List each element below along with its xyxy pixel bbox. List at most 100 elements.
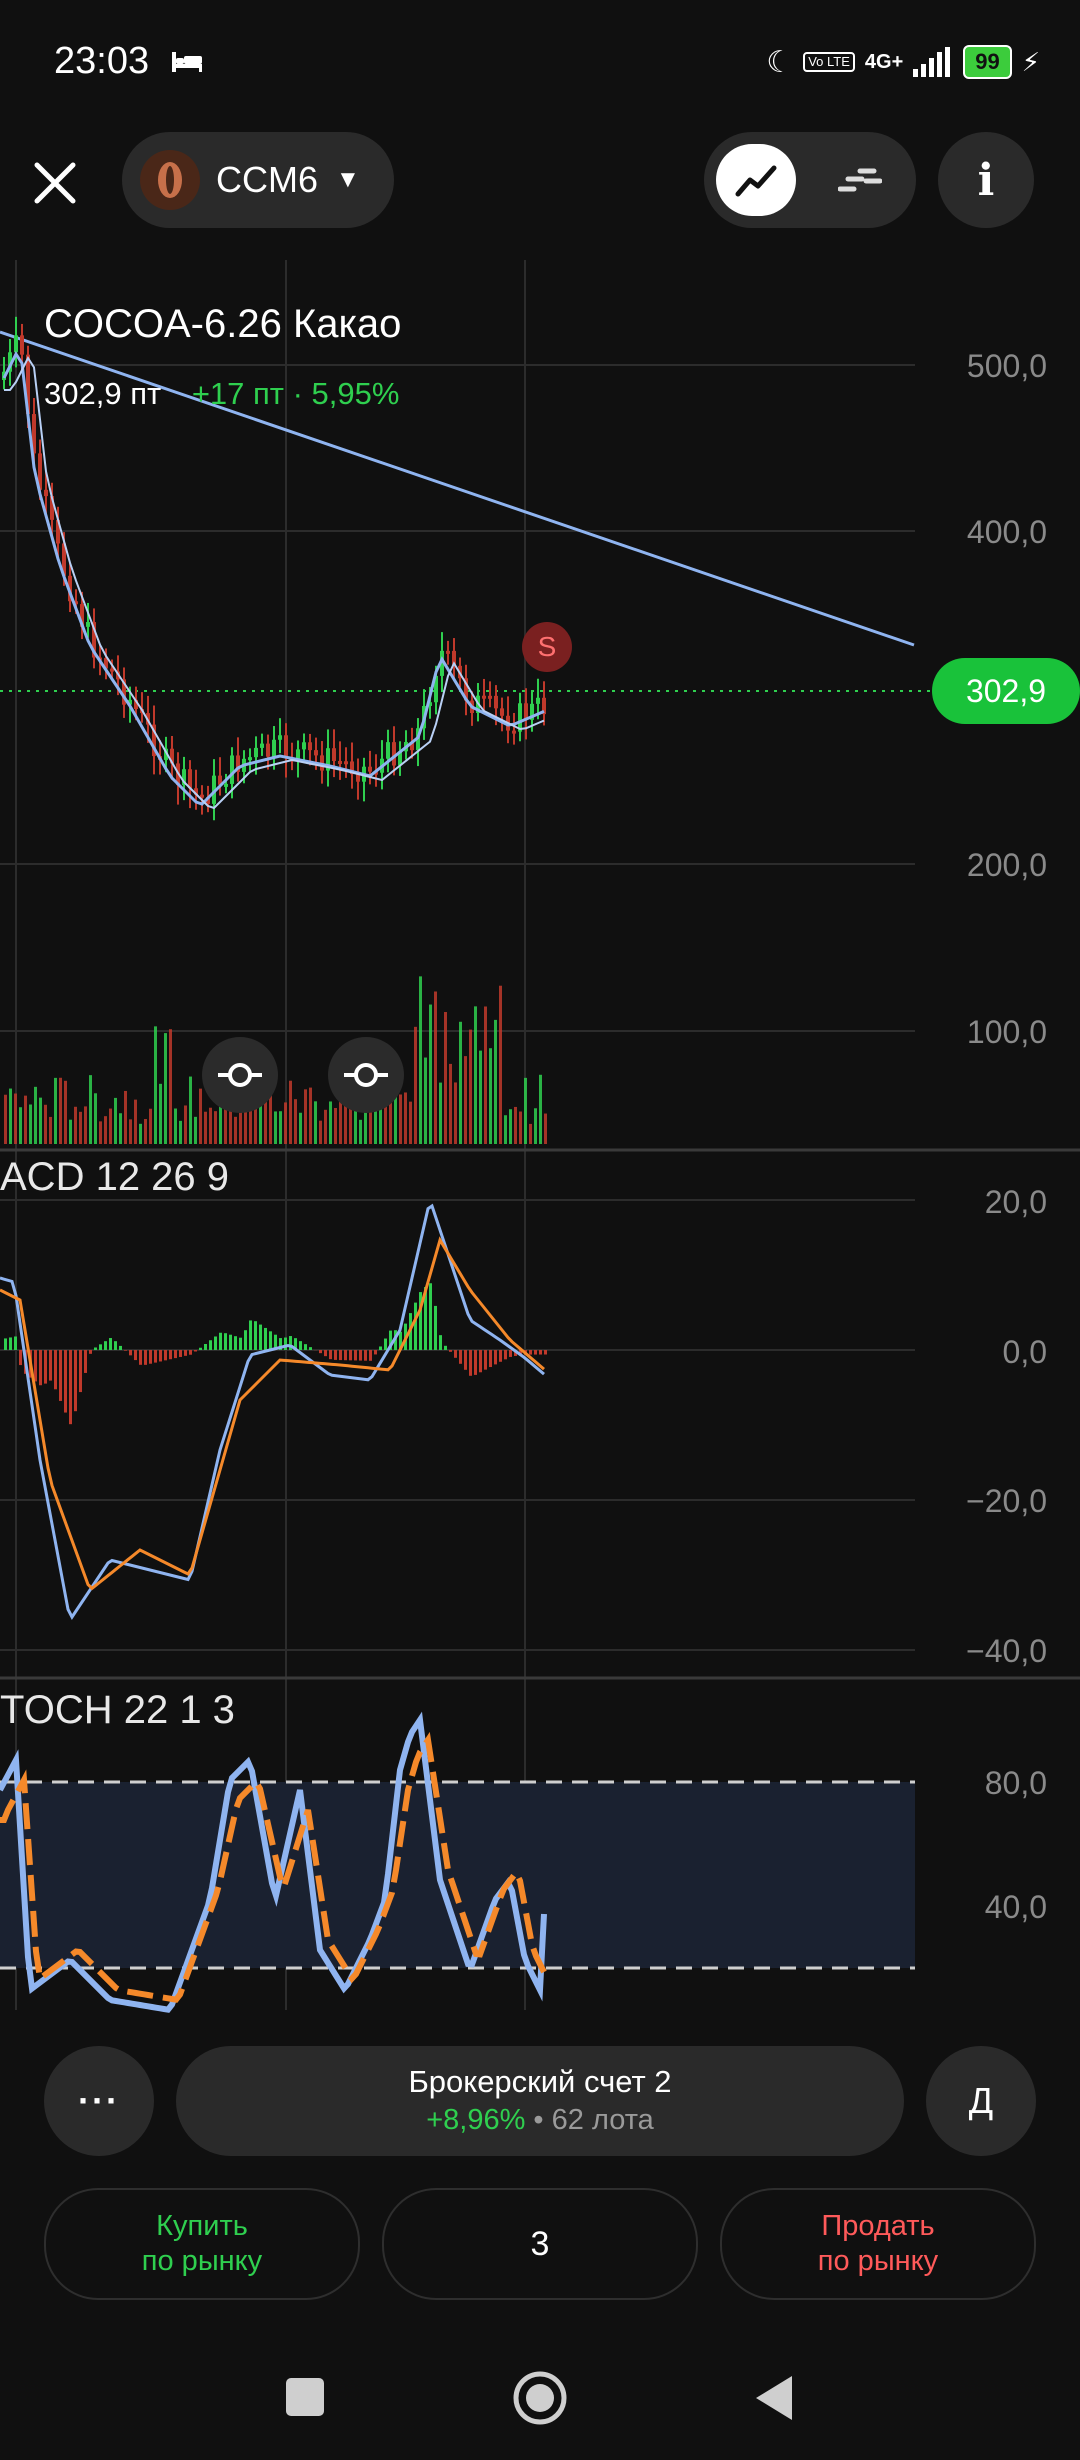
volume-bar: [44, 1104, 47, 1144]
macd-histogram-bar: [459, 1350, 462, 1364]
volume-bar: [404, 1092, 407, 1144]
candle-body: [512, 730, 516, 734]
volume-bar: [169, 1029, 172, 1144]
status-time: 23:03: [54, 40, 150, 82]
macd-histogram-bar: [259, 1324, 262, 1350]
volume-bar: [479, 1050, 482, 1144]
macd-histogram-bar: [84, 1350, 87, 1373]
macd-histogram-bar: [319, 1350, 322, 1354]
volume-bar: [154, 1026, 157, 1144]
stoch-indicator-label[interactable]: TOCH 22 1 3: [0, 1688, 235, 1733]
sell-label-line2: по рынку: [817, 2245, 939, 2277]
candle-body: [266, 743, 270, 757]
volume-bar: [309, 1087, 312, 1144]
candle-body: [20, 335, 24, 355]
candle-body: [284, 735, 288, 759]
candle-chart-toggle[interactable]: [820, 144, 900, 216]
chart-type-toggle[interactable]: [704, 132, 916, 228]
macd-histogram-bar: [359, 1350, 362, 1361]
macd-histogram-bar: [499, 1350, 502, 1362]
candle-body: [314, 750, 318, 756]
price-chart[interactable]: [0, 260, 1080, 2020]
volume-bar: [369, 1112, 372, 1144]
volume-bar: [464, 1056, 467, 1144]
candle-body: [278, 735, 282, 740]
account-name: Брокерский счет 2: [408, 2064, 672, 2099]
volume-bars: [4, 976, 547, 1144]
macd-histogram-bar: [219, 1332, 222, 1350]
volume-bar: [59, 1077, 62, 1144]
macd-histogram-bar: [384, 1338, 387, 1350]
volume-bar: [274, 1111, 277, 1144]
buy-market-button[interactable]: Купить по рынку: [44, 2188, 360, 2300]
macd-histogram-bar: [284, 1337, 287, 1350]
macd-histogram-bar: [509, 1350, 512, 1357]
macd-histogram-bar: [189, 1350, 192, 1355]
macd-histogram-bar: [174, 1350, 177, 1359]
macd-histogram-bar: [204, 1344, 207, 1350]
info-button[interactable]: i: [938, 132, 1034, 228]
volume-bar: [524, 1077, 527, 1144]
volume-bar: [184, 1105, 187, 1144]
volume-bar: [209, 1107, 212, 1144]
d-button[interactable]: Д: [926, 2046, 1036, 2156]
status-icons: ☾ Vo LTE 4G+ 99 ⚡: [766, 40, 1040, 84]
volume-bar: [474, 1006, 477, 1144]
macd-axis-label: 0,0: [1002, 1334, 1047, 1370]
volume-bar: [294, 1099, 297, 1144]
quantity-field[interactable]: 3: [382, 2188, 698, 2300]
macd-histogram-bar: [194, 1350, 197, 1352]
eye-icon: [344, 1063, 388, 1087]
macd-axis-label: 20,0: [984, 1184, 1047, 1220]
macd-histogram-bar: [439, 1335, 442, 1350]
macd-histogram-bar: [154, 1350, 157, 1363]
macd-axis-label: −40,0: [966, 1633, 1047, 1669]
candle-body: [536, 697, 540, 704]
macd-histogram-bar: [79, 1350, 82, 1393]
ticker-label: CCM6: [216, 159, 319, 200]
more-button[interactable]: ···: [44, 2046, 154, 2156]
volume-bar: [39, 1097, 42, 1144]
volume-bar: [299, 1112, 302, 1144]
candle-body: [494, 695, 498, 709]
close-button[interactable]: [20, 148, 90, 218]
recents-nav-button[interactable]: [286, 2378, 324, 2416]
sell-signal-badge[interactable]: S: [522, 622, 572, 672]
account-selector[interactable]: Брокерский счет 2 +8,96% • 62 лота: [176, 2046, 904, 2156]
line-chart-toggle[interactable]: [716, 144, 796, 216]
macd-histogram-bar: [304, 1344, 307, 1350]
eye-toggle-button[interactable]: [328, 1037, 404, 1113]
volume-bar: [494, 1019, 497, 1144]
price-axis-label: 200,0: [966, 847, 1047, 883]
macd-histogram-bar: [14, 1336, 17, 1350]
instrument-selector[interactable]: CCM6 ▼: [122, 132, 394, 228]
macd-histogram-bar: [249, 1320, 252, 1350]
sleep-mode-icon: [172, 52, 202, 72]
macd-histogram-bar: [234, 1336, 237, 1350]
macd-histogram-bar: [364, 1350, 367, 1361]
macd-histogram-bar: [334, 1350, 337, 1360]
macd-histogram-bar: [494, 1350, 497, 1365]
macd-histogram-bar: [339, 1350, 342, 1361]
price-axis-label: 400,0: [966, 514, 1047, 550]
volume-bar: [89, 1075, 92, 1144]
volume-bar: [234, 1116, 237, 1144]
sell-market-button[interactable]: Продать по рынку: [720, 2188, 1036, 2300]
macd-histogram-bar: [54, 1350, 57, 1390]
home-nav-button[interactable]: [512, 2370, 568, 2426]
candle-body: [254, 747, 258, 758]
volume-bar: [149, 1108, 152, 1144]
volume-bar: [204, 1111, 207, 1144]
volume-bar: [239, 1107, 242, 1144]
volume-bar: [279, 1111, 282, 1144]
volume-bar: [64, 1080, 67, 1144]
eye-toggle-button[interactable]: [202, 1037, 278, 1113]
candle-body: [446, 650, 450, 654]
macd-indicator-label[interactable]: ACD 12 26 9: [0, 1155, 229, 1200]
volume-bar: [384, 1103, 387, 1144]
back-nav-button[interactable]: [752, 2372, 796, 2424]
volume-bar: [49, 1116, 52, 1144]
macd-histogram-bar: [324, 1350, 327, 1357]
volume-bar: [319, 1120, 322, 1144]
price-axis-label: 500,0: [966, 348, 1047, 384]
